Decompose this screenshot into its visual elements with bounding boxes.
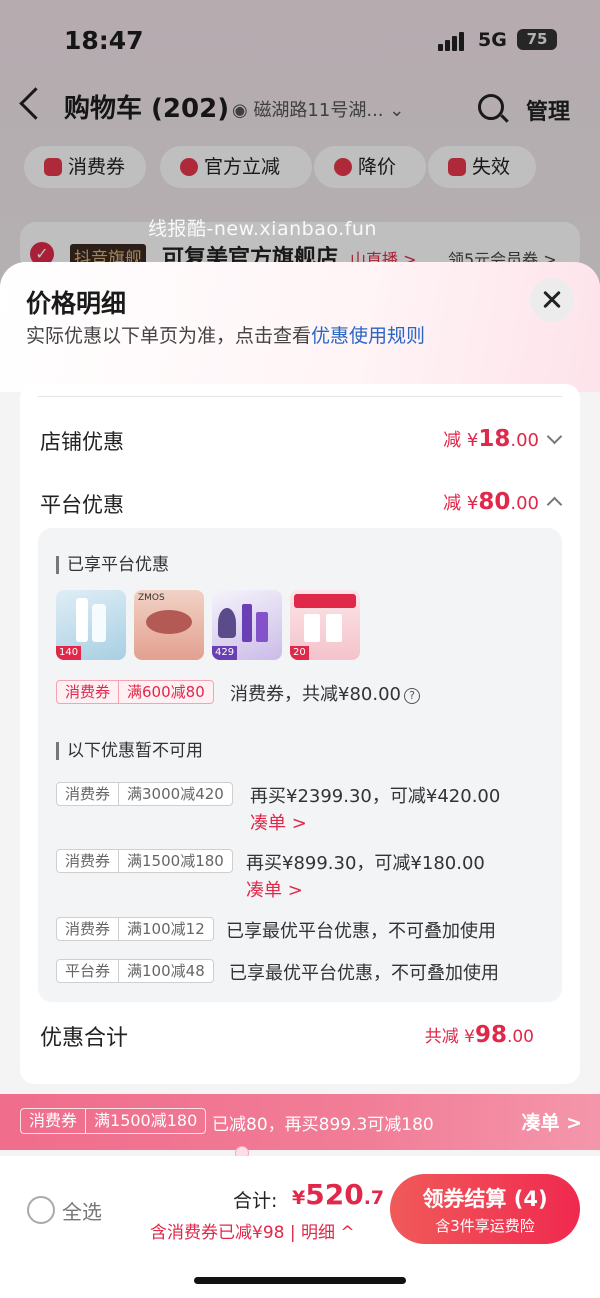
product-bottle bbox=[76, 598, 88, 642]
product-thumbnail: 20 bbox=[290, 590, 360, 660]
lips-image bbox=[146, 610, 192, 634]
select-all-radio[interactable] bbox=[27, 1196, 55, 1224]
subtitle-text: 实际优惠以下单页为准，点击查看 bbox=[26, 325, 312, 347]
coupon-rule: 满3000减420 bbox=[118, 783, 232, 805]
chevron-down-icon bbox=[546, 428, 563, 445]
checkout-label: 领券结算 (4) bbox=[422, 1187, 548, 1211]
price-dec: .7 bbox=[363, 1187, 385, 1209]
checkout-button[interactable]: 领券结算 (4) 含3件享运费险 bbox=[390, 1174, 580, 1244]
product-thumbnail: 140 bbox=[56, 590, 126, 660]
product-box bbox=[326, 614, 342, 642]
unavailable-text: 已享最优平台优惠，不可叠加使用 bbox=[226, 921, 496, 942]
select-all-label[interactable]: 全选 bbox=[62, 1196, 102, 1225]
platform-discount-value[interactable]: 减 ¥80.00 bbox=[443, 489, 563, 515]
product-box bbox=[304, 614, 320, 642]
sum-label: 合计: bbox=[233, 1190, 278, 1212]
discount-int: 98 bbox=[474, 1022, 507, 1048]
rules-link[interactable]: 优惠使用规则 bbox=[311, 325, 425, 347]
promo-text: 已减80，再买899.3可减180 bbox=[212, 1115, 434, 1135]
promo-add-items-button[interactable]: 凑单 > bbox=[521, 1108, 582, 1135]
discount-int: 80 bbox=[478, 489, 511, 515]
coupon-type: 消费券 bbox=[29, 1111, 78, 1130]
discount-dec: .00 bbox=[506, 1027, 534, 1047]
unavailable-text: 再买¥2399.30，可减¥420.00 bbox=[250, 786, 501, 807]
platform-discount-label: 平台优惠 bbox=[40, 493, 124, 517]
coupon-tag: 平台券 满100减48 bbox=[56, 959, 214, 983]
coupon-tag: 消费券 满100减12 bbox=[56, 917, 214, 941]
discount-prefix: 共减 ¥ bbox=[424, 1027, 475, 1047]
enjoyed-title: 已享平台优惠 bbox=[56, 556, 169, 574]
thumbnail-price-tag: 140 bbox=[56, 646, 82, 660]
product-thumbnail: ZMOS bbox=[134, 590, 204, 660]
unavailable-title: 以下优惠暂不可用 bbox=[56, 742, 203, 760]
unavailable-text: 已享最优平台优惠，不可叠加使用 bbox=[229, 963, 499, 984]
total-discount-label: 优惠合计 bbox=[40, 1026, 129, 1051]
coupon-type: 消费券 bbox=[65, 852, 111, 870]
thumbnail-banner bbox=[294, 594, 356, 608]
coupon-text: 消费券，共减¥80.00 bbox=[230, 684, 401, 705]
sheet-header: 价格明细 实际优惠以下单页为准，点击查看优惠使用规则 bbox=[0, 262, 600, 392]
currency-symbol: ¥ bbox=[292, 1187, 306, 1209]
chevron-up-icon bbox=[546, 496, 563, 513]
thumbnail-price-tag: 20 bbox=[290, 646, 309, 660]
sum-price: ¥520.7 bbox=[292, 1178, 384, 1211]
coupon-rule: 满100减12 bbox=[118, 918, 213, 940]
promo-bar[interactable]: 消费券 满1500减180 已减80，再买899.3可减180 凑单 > bbox=[0, 1094, 600, 1150]
coupon-type: 消费券 bbox=[65, 920, 111, 938]
coupon-rule: 满1500减180 bbox=[85, 1109, 205, 1133]
product-thumbnail: 429 bbox=[212, 590, 282, 660]
watermark-text: 线报酷-new.xianbao.fun bbox=[148, 218, 377, 240]
discount-prefix: 减 ¥ bbox=[443, 430, 479, 451]
promo-coupon-tag: 消费券 满1500减180 bbox=[20, 1108, 207, 1134]
sum-detail-link[interactable]: 含消费券已减¥98 | 明细 ^ bbox=[150, 1218, 355, 1243]
discount-dec: .00 bbox=[510, 430, 539, 451]
close-icon[interactable] bbox=[530, 278, 574, 322]
coupon-rule: 满100减48 bbox=[118, 960, 213, 982]
coupon-rule: 满1500减180 bbox=[118, 850, 232, 872]
discount-prefix: 减 ¥ bbox=[443, 493, 479, 514]
discount-dec: .00 bbox=[510, 493, 539, 514]
checkout-sublabel: 含3件享运费险 bbox=[435, 1217, 535, 1235]
add-items-link[interactable]: 凑单 > bbox=[246, 876, 303, 902]
coupon-type: 消费券 bbox=[65, 683, 111, 701]
total-discount-value: 共减 ¥98.00 bbox=[425, 1022, 534, 1048]
thumbnail-brand: ZMOS bbox=[138, 593, 165, 603]
discount-card: 店铺优惠 减 ¥18.00 平台优惠 减 ¥80.00 已享平台优惠 140 Z… bbox=[20, 384, 580, 1084]
product-bottle bbox=[242, 604, 252, 642]
price-int: 520 bbox=[305, 1178, 364, 1211]
store-discount-label: 店铺优惠 bbox=[40, 430, 124, 454]
coupon-rule: 满600减80 bbox=[118, 681, 213, 703]
person-image bbox=[218, 608, 236, 638]
add-items-link[interactable]: 凑单 > bbox=[250, 809, 307, 835]
thumbnail-price-tag: 429 bbox=[212, 646, 238, 660]
product-bottle bbox=[256, 612, 268, 642]
coupon-tag: 消费券 满1500减180 bbox=[56, 849, 233, 873]
coupon-type: 平台券 bbox=[65, 962, 111, 980]
coupon-tag: 消费券 满3000减420 bbox=[56, 782, 233, 806]
sheet-subtitle: 实际优惠以下单页为准，点击查看优惠使用规则 bbox=[26, 321, 425, 348]
help-icon[interactable]: ? bbox=[403, 688, 420, 704]
divider bbox=[38, 396, 562, 397]
sheet-title: 价格明细 bbox=[26, 289, 127, 318]
product-bottle bbox=[92, 604, 106, 642]
unavailable-text: 再买¥899.30，可减¥180.00 bbox=[246, 853, 485, 874]
coupon-type: 消费券 bbox=[65, 785, 111, 803]
coupon-tag: 消费券 满600减80 bbox=[56, 680, 214, 704]
platform-discount-details: 已享平台优惠 140 ZMOS 429 20 消费券 满600减80 消费券，共… bbox=[38, 528, 562, 1002]
discount-int: 18 bbox=[478, 426, 511, 452]
home-indicator bbox=[194, 1277, 406, 1284]
enjoyed-coupon-text: 消费券，共减¥80.00? bbox=[230, 680, 420, 706]
store-discount-value[interactable]: 减 ¥18.00 bbox=[443, 426, 563, 452]
